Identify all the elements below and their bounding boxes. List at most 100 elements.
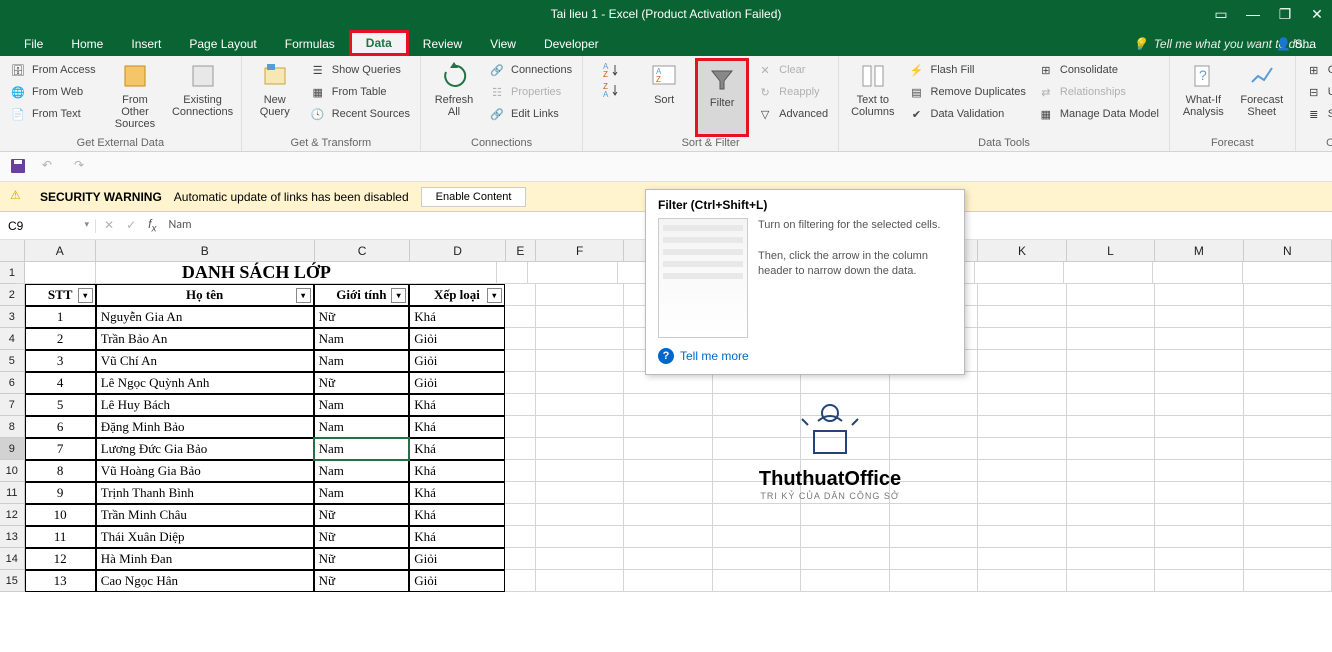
cell[interactable]	[536, 372, 624, 394]
cell[interactable]: Nam	[314, 416, 410, 438]
cell[interactable]: Nam	[314, 482, 410, 504]
cell[interactable]	[1155, 482, 1243, 504]
sheet-title-cell[interactable]: DANH SÁCH LỚP	[16, 262, 497, 284]
existing-connections-button[interactable]: Existing Connections	[170, 58, 234, 137]
cell[interactable]: STT▾	[25, 284, 96, 306]
column-header[interactable]: C	[315, 240, 411, 262]
cell[interactable]: Khá	[409, 394, 505, 416]
cell[interactable]	[1155, 548, 1243, 570]
cell[interactable]	[1244, 438, 1332, 460]
cell[interactable]	[536, 482, 624, 504]
cell[interactable]	[505, 372, 536, 394]
formula-input[interactable]: Nam	[168, 218, 191, 232]
from-table-button[interactable]: ▦From Table	[310, 82, 410, 102]
flash-fill-button[interactable]: ⚡Flash Fill	[909, 60, 1026, 80]
from-text-button[interactable]: 📄From Text	[10, 104, 96, 124]
cell[interactable]	[1244, 570, 1332, 592]
cell[interactable]	[713, 570, 801, 592]
cell[interactable]	[1067, 526, 1155, 548]
cell[interactable]	[1244, 372, 1332, 394]
subtotal-button[interactable]: ≣Subtotal	[1306, 104, 1332, 124]
row-header[interactable]: 9	[0, 438, 25, 460]
cell[interactable]	[1067, 482, 1155, 504]
column-header[interactable]: K	[978, 240, 1066, 262]
column-header[interactable]: M	[1155, 240, 1243, 262]
cell[interactable]: 12	[25, 548, 96, 570]
cell[interactable]: 4	[25, 372, 96, 394]
cell[interactable]	[1067, 394, 1155, 416]
cell[interactable]	[1155, 504, 1243, 526]
cell[interactable]: Thái Xuân Diệp	[96, 526, 314, 548]
cell[interactable]	[1067, 306, 1155, 328]
reapply-button[interactable]: ↻Reapply	[757, 82, 828, 102]
select-all-corner[interactable]	[0, 240, 25, 262]
sort-az-button[interactable]: AZ ZA	[589, 58, 633, 137]
connections-button[interactable]: 🔗Connections	[489, 60, 572, 80]
column-header[interactable]: N	[1244, 240, 1332, 262]
cell[interactable]	[978, 350, 1066, 372]
cell[interactable]: Giỏi	[409, 570, 505, 592]
cell[interactable]: Trần Bảo An	[96, 328, 314, 350]
cell[interactable]: Nam	[314, 328, 410, 350]
from-web-button[interactable]: 🌐From Web	[10, 82, 96, 102]
row-header[interactable]: 14	[0, 548, 25, 570]
cell[interactable]: 10	[25, 504, 96, 526]
cell[interactable]	[624, 548, 712, 570]
cell[interactable]	[624, 460, 712, 482]
tab-developer[interactable]: Developer	[530, 32, 613, 56]
tab-file[interactable]: File	[10, 32, 57, 56]
cell[interactable]	[536, 570, 624, 592]
new-query-button[interactable]: New Query	[248, 58, 302, 137]
cell[interactable]	[978, 394, 1066, 416]
cell[interactable]: Họ tên▾	[96, 284, 314, 306]
cell[interactable]	[505, 306, 536, 328]
column-header[interactable]: B	[96, 240, 315, 262]
row-header[interactable]: 12	[0, 504, 25, 526]
cell[interactable]	[505, 504, 536, 526]
cell[interactable]	[528, 262, 617, 284]
cell[interactable]	[624, 394, 712, 416]
cell[interactable]	[505, 526, 536, 548]
cell[interactable]	[505, 328, 536, 350]
row-header[interactable]: 10	[0, 460, 25, 482]
consolidate-button[interactable]: ⊞Consolidate	[1038, 60, 1159, 80]
cell[interactable]	[536, 526, 624, 548]
cell[interactable]	[1244, 526, 1332, 548]
cell[interactable]	[978, 504, 1066, 526]
minimize-icon[interactable]: —	[1246, 6, 1260, 23]
cell[interactable]: 8	[25, 460, 96, 482]
cell[interactable]: Hà Minh Đan	[96, 548, 314, 570]
cell[interactable]	[1243, 262, 1332, 284]
cell[interactable]	[505, 438, 536, 460]
cell[interactable]	[801, 548, 889, 570]
tab-review[interactable]: Review	[409, 32, 476, 56]
filter-dropdown-icon[interactable]: ▾	[78, 288, 93, 303]
row-header[interactable]: 3	[0, 306, 25, 328]
cell[interactable]	[536, 284, 624, 306]
cell[interactable]: Nữ	[314, 306, 410, 328]
row-header[interactable]: 2	[0, 284, 25, 306]
cell[interactable]	[1067, 460, 1155, 482]
cell[interactable]	[1153, 262, 1242, 284]
column-header[interactable]: A	[25, 240, 96, 262]
cell[interactable]	[536, 306, 624, 328]
cell[interactable]: Nữ	[314, 526, 410, 548]
cell[interactable]: Xếp loại▾	[409, 284, 505, 306]
column-header[interactable]: D	[410, 240, 506, 262]
cell[interactable]: Lương Đức Gia Bảo	[96, 438, 314, 460]
cell[interactable]	[1155, 438, 1243, 460]
cell[interactable]	[978, 460, 1066, 482]
properties-button[interactable]: ☷Properties	[489, 82, 572, 102]
cell[interactable]	[624, 570, 712, 592]
cell[interactable]	[978, 526, 1066, 548]
cell[interactable]	[713, 526, 801, 548]
cell[interactable]	[536, 416, 624, 438]
recent-sources-button[interactable]: 🕓Recent Sources	[310, 104, 410, 124]
cell[interactable]: Nam	[314, 460, 410, 482]
cell[interactable]	[801, 504, 889, 526]
cell[interactable]	[505, 416, 536, 438]
cell[interactable]	[624, 482, 712, 504]
cell[interactable]	[536, 460, 624, 482]
cell[interactable]: Giỏi	[409, 372, 505, 394]
cell[interactable]	[1067, 372, 1155, 394]
